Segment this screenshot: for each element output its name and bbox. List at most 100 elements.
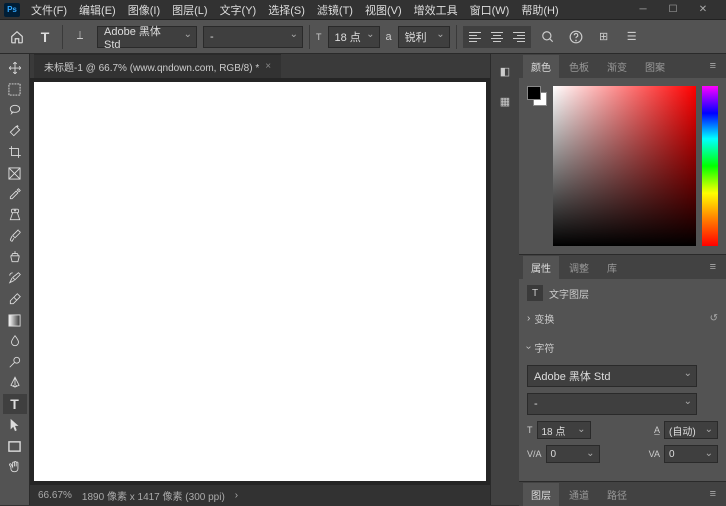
props-leading-input[interactable]: (自动) (664, 421, 718, 439)
menu-plugins[interactable]: 增效工具 (409, 0, 463, 20)
tracking-icon: VA (649, 449, 660, 459)
clone-stamp-tool[interactable] (3, 247, 27, 267)
hue-slider[interactable] (702, 86, 718, 246)
color-field[interactable] (553, 86, 696, 246)
tab-swatches[interactable]: 色板 (561, 55, 597, 78)
options-bar: T ⟘ Adobe 黑体 Std - T 18 点 a 锐利 ⊞ ☰ (0, 20, 726, 54)
foreground-color-swatch[interactable] (527, 86, 541, 100)
workspace-icon[interactable]: ☰ (621, 26, 643, 48)
props-size-input[interactable]: 18 点 (537, 421, 591, 439)
fg-bg-swatch[interactable] (527, 86, 547, 106)
eraser-tool[interactable] (3, 289, 27, 309)
character-label: 字符 (534, 340, 554, 355)
menu-help[interactable]: 帮助(H) (516, 0, 563, 20)
status-bar: 66.67% 1890 像素 x 1417 像素 (300 ppi) › (30, 485, 490, 505)
font-family-dropdown[interactable]: Adobe 黑体 Std (97, 26, 197, 48)
props-kerning-input[interactable]: 0 (546, 445, 600, 463)
path-selection-tool[interactable] (3, 415, 27, 435)
blur-tool[interactable] (3, 331, 27, 351)
character-section[interactable]: 字符 (527, 336, 718, 359)
lasso-tool[interactable] (3, 100, 27, 120)
text-orientation-button[interactable]: ⟘ (69, 26, 91, 48)
close-icon[interactable]: × (265, 61, 271, 72)
rectangle-tool[interactable] (3, 436, 27, 456)
menu-select[interactable]: 选择(S) (263, 0, 310, 20)
anti-alias-label: a (386, 31, 392, 43)
search-icon[interactable] (537, 26, 559, 48)
tab-patterns[interactable]: 图案 (637, 55, 673, 78)
layer-type-label: 文字图层 (549, 286, 589, 301)
dodge-tool[interactable] (3, 352, 27, 372)
home-button[interactable] (6, 26, 28, 48)
brush-tool[interactable] (3, 226, 27, 246)
crop-tool[interactable] (3, 142, 27, 162)
maximize-button[interactable]: ☐ (662, 2, 684, 18)
font-style-dropdown[interactable]: - (203, 26, 303, 48)
props-style-dropdown[interactable]: - (527, 393, 697, 415)
status-chevron-icon[interactable]: › (235, 490, 238, 501)
panel-menu-icon[interactable]: ≡ (704, 488, 722, 500)
text-align-group (463, 26, 531, 48)
magic-wand-tool[interactable] (3, 121, 27, 141)
tab-channels[interactable]: 通道 (561, 483, 597, 506)
frame-tool[interactable] (3, 163, 27, 183)
tab-adjustments[interactable]: 调整 (561, 256, 597, 279)
font-size-dropdown[interactable]: 18 点 (328, 26, 380, 48)
minimize-button[interactable]: ─ (632, 2, 654, 18)
collapsed-panel-icon[interactable]: ▦ (494, 90, 516, 112)
canvas-viewport[interactable] (30, 78, 490, 485)
tab-color[interactable]: 颜色 (523, 55, 559, 78)
font-size-icon: T (527, 425, 533, 435)
menu-layer[interactable]: 图层(L) (167, 0, 212, 20)
eyedropper-tool[interactable] (3, 184, 27, 204)
menu-type[interactable]: 文字(Y) (215, 0, 262, 20)
props-tracking-input[interactable]: 0 (664, 445, 718, 463)
leading-icon: A̲ (654, 425, 660, 435)
tool-panel: T (0, 54, 30, 505)
panel-menu-icon[interactable]: ≡ (704, 261, 722, 273)
hand-tool[interactable] (3, 457, 27, 477)
tab-paths[interactable]: 路径 (599, 483, 635, 506)
zoom-level[interactable]: 66.67% (38, 490, 72, 501)
document-tab[interactable]: 未标题-1 @ 66.7% (www.qndown.com, RGB/8) * … (34, 54, 281, 78)
tab-libraries[interactable]: 库 (599, 256, 625, 279)
tab-layers[interactable]: 图层 (523, 483, 559, 506)
reset-icon[interactable]: ↺ (710, 313, 718, 324)
pen-tool[interactable] (3, 373, 27, 393)
properties-panel: 属性 调整 库 ≡ T 文字图层 变换 ↺ (519, 254, 726, 481)
menu-filter[interactable]: 滤镜(T) (312, 0, 358, 20)
tab-gradients[interactable]: 渐变 (599, 55, 635, 78)
align-left-button[interactable] (465, 28, 485, 46)
type-tool[interactable]: T (3, 394, 27, 414)
collapsed-panel-icon[interactable]: ◧ (494, 60, 516, 82)
close-button[interactable]: ✕ (692, 2, 714, 18)
menu-edit[interactable]: 编辑(E) (74, 0, 121, 20)
window-controls: ─ ☐ ✕ (632, 2, 722, 18)
gradient-tool[interactable] (3, 310, 27, 330)
move-tool[interactable] (3, 58, 27, 78)
app-logo: Ps (4, 3, 20, 17)
document-tabs: 未标题-1 @ 66.7% (www.qndown.com, RGB/8) * … (30, 54, 490, 78)
marquee-tool[interactable] (3, 79, 27, 99)
help-icon[interactable] (565, 26, 587, 48)
menu-image[interactable]: 图像(I) (123, 0, 165, 20)
type-tool-icon[interactable]: T (34, 26, 56, 48)
menu-window[interactable]: 窗口(W) (465, 0, 515, 20)
props-font-dropdown[interactable]: Adobe 黑体 Std (527, 365, 697, 387)
healing-brush-tool[interactable] (3, 205, 27, 225)
kerning-icon: V/A (527, 449, 542, 459)
align-right-button[interactable] (509, 28, 529, 46)
arrange-icon[interactable]: ⊞ (593, 26, 615, 48)
panel-menu-icon[interactable]: ≡ (704, 60, 722, 72)
history-brush-tool[interactable] (3, 268, 27, 288)
canvas[interactable] (34, 82, 486, 481)
font-size-label: T (316, 32, 322, 42)
tab-properties[interactable]: 属性 (523, 256, 559, 279)
transform-section[interactable]: 变换 ↺ (527, 307, 718, 330)
layers-panel: 图层 通道 路径 ≡ (519, 481, 726, 505)
doc-dimensions: 1890 像素 x 1417 像素 (300 ppi) (82, 488, 225, 503)
menu-file[interactable]: 文件(F) (26, 0, 72, 20)
align-center-button[interactable] (487, 28, 507, 46)
anti-alias-dropdown[interactable]: 锐利 (398, 26, 450, 48)
menu-view[interactable]: 视图(V) (360, 0, 407, 20)
